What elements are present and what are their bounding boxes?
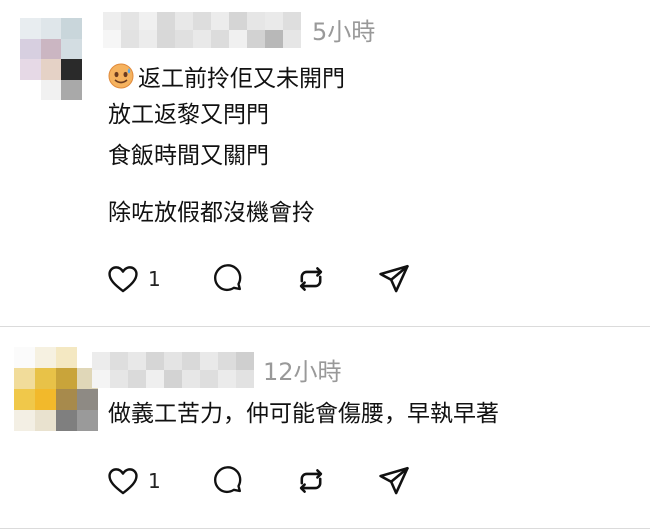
share-button[interactable] xyxy=(377,464,411,498)
repost-button[interactable] xyxy=(294,262,328,296)
timestamp[interactable]: 12小時 xyxy=(263,360,342,384)
comment-text-line-1: 做義工苦力，仲可能會傷腰，早執早著 xyxy=(108,401,499,427)
comment-1: 5小時 返工前拎佢又未開門 放工返黎又閂門 食飯時間又關門 除咗放假都沒機會拎 … xyxy=(0,0,650,326)
avatar[interactable] xyxy=(14,347,98,431)
divider xyxy=(0,528,650,529)
comment-text-line-1: 返工前拎佢又未開門 xyxy=(108,63,345,91)
action-bar: 1 xyxy=(106,262,426,296)
heart-icon xyxy=(108,266,138,293)
share-button[interactable] xyxy=(377,262,411,296)
username[interactable] xyxy=(92,352,254,388)
like-count: 1 xyxy=(148,267,161,291)
repost-icon xyxy=(299,469,323,493)
repost-icon xyxy=(299,267,323,291)
like-count: 1 xyxy=(148,469,161,493)
comment-text-line-2: 放工返黎又閂門 xyxy=(108,102,269,128)
send-icon xyxy=(379,466,409,495)
like-button[interactable]: 1 xyxy=(106,262,161,296)
reply-button[interactable] xyxy=(211,464,245,498)
username[interactable] xyxy=(103,12,301,48)
action-bar: 1 xyxy=(106,464,426,498)
comment-bubble-icon xyxy=(213,264,242,292)
sweat-smile-emoji-icon xyxy=(108,63,134,89)
comment-text-paragraph-2: 除咗放假都沒機會拎 xyxy=(108,200,315,226)
reply-button[interactable] xyxy=(211,262,245,296)
avatar[interactable] xyxy=(20,18,82,100)
like-button[interactable]: 1 xyxy=(106,464,161,498)
timestamp[interactable]: 5小時 xyxy=(312,20,375,44)
heart-icon xyxy=(108,468,138,495)
send-icon xyxy=(379,264,409,293)
comment-text-line-3: 食飯時間又關門 xyxy=(108,143,269,169)
comment-bubble-icon xyxy=(213,466,242,494)
comment-2: 12小時 做義工苦力，仲可能會傷腰，早執早著 1 xyxy=(0,327,650,532)
repost-button[interactable] xyxy=(294,464,328,498)
